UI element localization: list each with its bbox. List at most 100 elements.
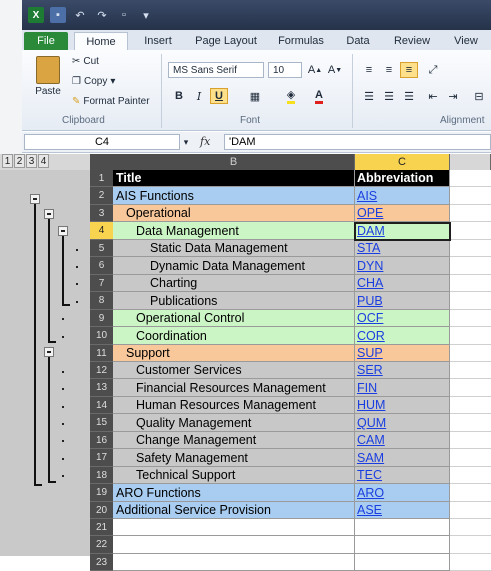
cell-empty[interactable] (450, 222, 491, 240)
tab-review[interactable]: Review (386, 32, 438, 50)
merge-center-icon[interactable]: ⊟ (470, 88, 488, 104)
cell-abbreviation[interactable]: ASE (355, 502, 450, 519)
tab-page-layout[interactable]: Page Layout (188, 32, 264, 50)
save-icon[interactable]: ▪ (50, 7, 66, 23)
column-header-b[interactable]: B (113, 154, 355, 170)
formula-input[interactable]: 'DAM (224, 134, 491, 150)
align-top-icon[interactable]: ≡ (360, 62, 378, 78)
row-header[interactable]: 22 (90, 536, 113, 554)
increase-font-size-icon[interactable]: A ▲ (306, 62, 324, 78)
row-header[interactable]: 20 (90, 502, 113, 519)
redo-icon[interactable]: ↷ (94, 7, 110, 23)
row-header[interactable]: 15 (90, 414, 113, 432)
undo-icon[interactable]: ↶ (72, 7, 88, 23)
borders-icon[interactable]: ▦ (246, 88, 264, 104)
row-header[interactable]: 8 (90, 292, 113, 310)
cell-title[interactable]: Charting (113, 275, 355, 292)
cell-empty[interactable] (450, 554, 491, 571)
tab-data[interactable]: Data (338, 32, 378, 50)
cell-empty[interactable] (450, 257, 491, 275)
collapse-group-icon[interactable] (30, 194, 40, 204)
cell-empty[interactable] (450, 519, 491, 536)
copy-dropdown-icon[interactable]: ▾ (110, 76, 115, 87)
cell-title[interactable] (113, 519, 355, 536)
cell-title[interactable]: Quality Management (113, 414, 355, 432)
tab-home[interactable]: Home (74, 32, 128, 51)
cell-empty[interactable] (450, 292, 491, 310)
tab-insert[interactable]: Insert (134, 32, 182, 50)
cell-title[interactable]: Change Management (113, 432, 355, 449)
cell-abbreviation[interactable]: HUM (355, 397, 450, 414)
decrease-font-size-icon[interactable]: A ▼ (326, 62, 344, 78)
format-painter-button[interactable]: ✎ Format Painter (72, 96, 150, 107)
name-box-dropdown-icon[interactable]: ▾ (180, 134, 192, 150)
align-left-icon[interactable]: ☰ (360, 88, 378, 104)
cell-empty[interactable] (450, 536, 491, 554)
row-header[interactable]: 18 (90, 467, 113, 484)
cell-empty[interactable] (450, 397, 491, 414)
cell-title[interactable]: Support (113, 345, 355, 362)
cell-abbreviation[interactable] (355, 519, 450, 536)
cell-title[interactable] (113, 554, 355, 571)
cut-button[interactable]: ✂ Cut (72, 56, 99, 67)
cell-empty[interactable] (450, 467, 491, 484)
tab-view[interactable]: View (446, 32, 486, 50)
cell-abbreviation[interactable]: SER (355, 362, 450, 379)
cell-abbreviation[interactable]: ARO (355, 484, 450, 502)
font-color-icon[interactable]: A (310, 88, 328, 104)
cell-empty[interactable] (450, 205, 491, 222)
cell-abbreviation[interactable]: OPE (355, 205, 450, 222)
row-header[interactable]: 6 (90, 257, 113, 275)
tab-formulas[interactable]: Formulas (270, 32, 332, 50)
row-header[interactable]: 10 (90, 327, 113, 345)
cell-title[interactable]: AIS Functions (113, 187, 355, 205)
cell-empty[interactable] (450, 432, 491, 449)
cell-abbreviation[interactable] (355, 536, 450, 554)
row-header[interactable]: 7 (90, 275, 113, 292)
cell-empty[interactable] (450, 275, 491, 292)
cell-abbreviation[interactable]: STA (355, 240, 450, 257)
row-header[interactable]: 21 (90, 519, 113, 536)
row-header[interactable]: 13 (90, 379, 113, 397)
row-header[interactable]: 23 (90, 554, 113, 571)
cell-abbreviation[interactable]: TEC (355, 467, 450, 484)
row-header[interactable]: 11 (90, 345, 113, 362)
tab-file[interactable]: File (24, 32, 68, 50)
row-header[interactable]: 4 (90, 222, 113, 240)
cell-abbreviation[interactable]: QUM (355, 414, 450, 432)
align-center-icon[interactable]: ☰ (380, 88, 398, 104)
cell-abbreviation[interactable]: Abbreviation (355, 170, 450, 187)
cell-empty[interactable] (450, 484, 491, 502)
row-header[interactable]: 12 (90, 362, 113, 379)
cell-title[interactable]: Operational Control (113, 310, 355, 327)
cell-empty[interactable] (450, 502, 491, 519)
print-preview-icon[interactable]: ▫ (116, 7, 132, 23)
cell-empty[interactable] (450, 414, 491, 432)
fill-color-icon[interactable]: ◈ (282, 88, 300, 104)
collapse-group-icon[interactable] (44, 347, 54, 357)
cell-empty[interactable] (450, 327, 491, 345)
cell-empty[interactable] (450, 310, 491, 327)
column-header-c[interactable]: C (355, 154, 450, 170)
cell-abbreviation[interactable]: SUP (355, 345, 450, 362)
cell-empty[interactable] (450, 187, 491, 205)
cell-abbreviation[interactable]: COR (355, 327, 450, 345)
cell-abbreviation[interactable]: FIN (355, 379, 450, 397)
select-all-corner[interactable] (90, 154, 113, 170)
cell-abbreviation[interactable]: OCF (355, 310, 450, 327)
row-header[interactable]: 17 (90, 449, 113, 467)
row-header[interactable]: 19 (90, 484, 113, 502)
outline-level-3-button[interactable]: 3 (26, 154, 37, 168)
outline-level-4-button[interactable]: 4 (38, 154, 49, 168)
cell-title[interactable]: Data Management (113, 222, 355, 240)
cell-title[interactable]: Human Resources Management (113, 397, 355, 414)
bold-icon[interactable]: B (170, 88, 188, 104)
underline-icon[interactable]: U (210, 88, 228, 104)
row-header[interactable]: 9 (90, 310, 113, 327)
orientation-icon[interactable]: ⤢ (424, 62, 442, 78)
column-header-d[interactable] (450, 154, 491, 170)
cell-abbreviation[interactable]: DYN (355, 257, 450, 275)
align-bottom-icon[interactable]: ≡ (400, 62, 418, 78)
italic-icon[interactable]: I (190, 88, 208, 104)
font-family-select[interactable]: MS Sans Serif (168, 62, 264, 78)
